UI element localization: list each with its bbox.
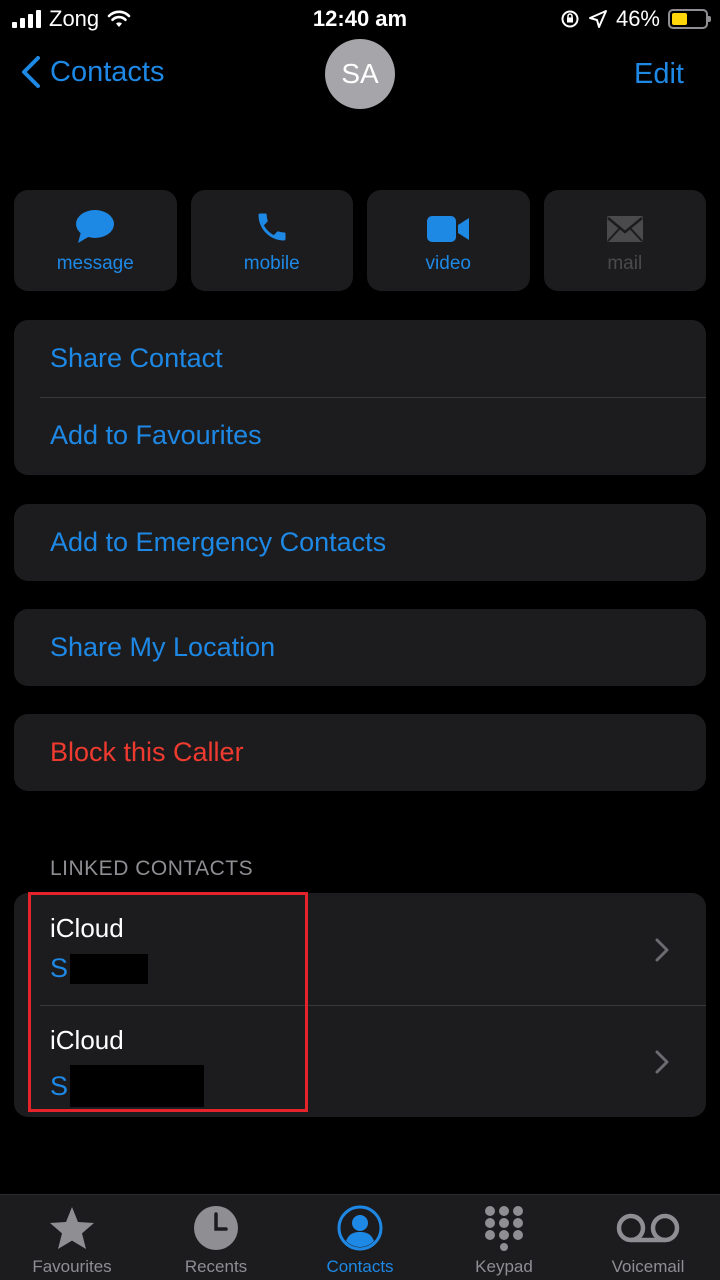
orientation-lock-icon — [561, 10, 579, 28]
add-to-emergency-contacts-button[interactable]: Add to Emergency Contacts — [14, 504, 706, 581]
linked-contact-source: iCloud — [50, 913, 124, 943]
linked-contacts-group: iCloud S iCloud S — [14, 893, 706, 1117]
tab-recents[interactable]: Recents — [144, 1195, 288, 1280]
add-to-favourites-button[interactable]: Add to Favourites — [14, 397, 706, 474]
linked-contact-name: S — [50, 953, 149, 984]
video-action-button[interactable]: video — [367, 190, 530, 291]
edit-button[interactable]: Edit — [634, 58, 684, 91]
phone-icon — [258, 213, 286, 241]
tab-contacts[interactable]: Contacts — [288, 1195, 432, 1280]
video-icon — [427, 216, 470, 242]
tab-voicemail-label: Voicemail — [611, 1257, 685, 1276]
status-bar: Zong 12:40 am 46% — [0, 0, 720, 40]
mobile-action-label: mobile — [243, 253, 300, 274]
linked-contacts-header: LINKED CONTACTS — [50, 857, 254, 880]
redaction-box — [70, 953, 149, 984]
tab-contacts-label: Contacts — [326, 1257, 394, 1276]
share-my-location-button[interactable]: Share My Location — [14, 609, 706, 686]
battery-fill — [672, 13, 687, 25]
location-arrow-icon — [588, 10, 607, 28]
tab-favourites-label: Favourites — [32, 1257, 112, 1276]
keypad-icon — [485, 1206, 523, 1251]
redaction-box — [70, 1065, 205, 1107]
message-icon — [76, 210, 115, 243]
back-button[interactable]: Contacts — [20, 55, 164, 89]
mail-action-button[interactable]: mail — [543, 190, 706, 291]
star-icon — [50, 1207, 94, 1249]
tab-favourites[interactable]: Favourites — [0, 1195, 144, 1280]
chevron-right-icon — [655, 938, 669, 962]
share-contact-button[interactable]: Share Contact — [14, 320, 706, 397]
back-label: Contacts — [50, 55, 165, 88]
message-action-label: message — [56, 253, 134, 274]
location-group: Share My Location — [14, 609, 706, 686]
quick-actions: message mobile video mail — [14, 190, 706, 291]
linked-contact-row[interactable]: iCloud S — [14, 1005, 706, 1117]
status-right: 46% — [560, 6, 711, 32]
battery-percent: 46% — [615, 6, 660, 31]
tab-keypad-label: Keypad — [475, 1257, 533, 1276]
linked-contact-name: S — [50, 1065, 205, 1107]
avatar: SA — [325, 39, 395, 109]
block-group: Block this Caller — [14, 714, 706, 791]
message-action-button[interactable]: message — [14, 190, 177, 291]
tab-voicemail[interactable]: Voicemail — [576, 1195, 720, 1280]
linked-contact-source: iCloud — [50, 1025, 124, 1055]
tab-keypad[interactable]: Keypad — [432, 1195, 576, 1280]
share-options-group: Share Contact Add to Favourites — [14, 320, 706, 475]
mail-icon — [606, 216, 643, 242]
emergency-group: Add to Emergency Contacts — [14, 504, 706, 581]
tab-recents-label: Recents — [184, 1257, 248, 1276]
linked-contact-name-text: S — [50, 953, 69, 983]
mobile-action-button[interactable]: mobile — [190, 190, 353, 291]
linked-contact-row[interactable]: iCloud S — [14, 893, 706, 1005]
tab-bar: Favourites Recents Contacts Keypad Voice… — [0, 1194, 720, 1280]
linked-contact-name-text: S — [50, 1070, 69, 1101]
voicemail-icon — [616, 1213, 680, 1243]
mail-action-label: mail — [607, 253, 643, 274]
video-action-label: video — [425, 253, 471, 274]
clock-icon — [194, 1206, 238, 1250]
battery-icon — [668, 9, 711, 29]
chevron-right-icon — [655, 1050, 669, 1074]
block-caller-button[interactable]: Block this Caller — [14, 714, 706, 791]
chevron-left-icon — [22, 56, 40, 88]
person-circle-icon — [337, 1205, 383, 1251]
